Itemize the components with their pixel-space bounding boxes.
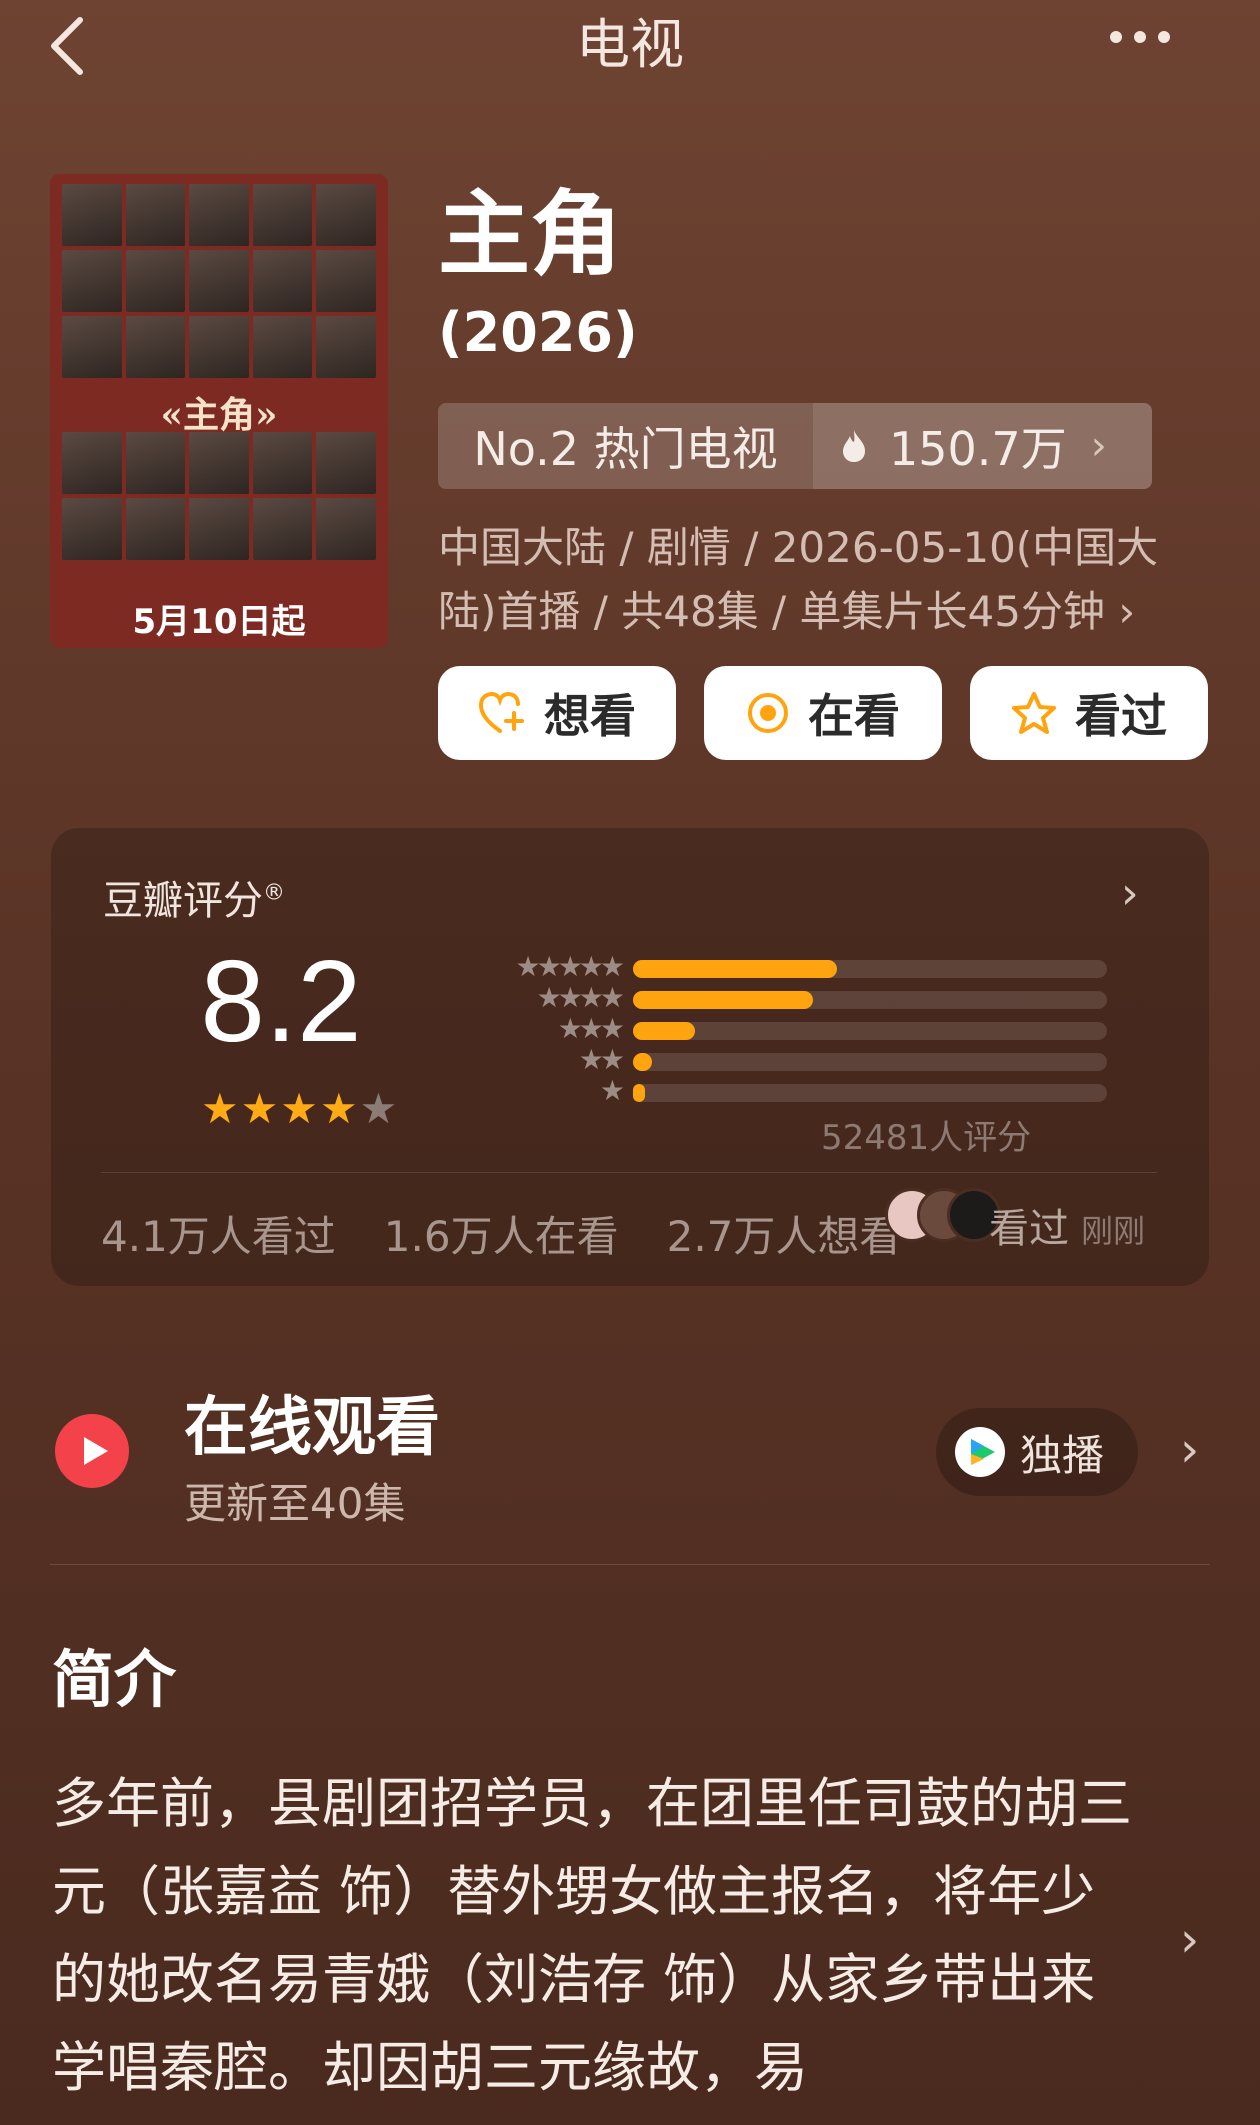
histogram-bar-2	[633, 1053, 652, 1071]
divider	[101, 1172, 1157, 1173]
poster-cast-grid	[62, 184, 376, 378]
rating-score: 8.2	[200, 936, 362, 1066]
synopsis-text[interactable]: 多年前，县剧团招学员，在团里任司鼓的胡三元（张嘉益 饰）替外甥女做主报名，将年少…	[52, 1760, 1132, 2112]
show-title: 主角	[438, 181, 623, 288]
histogram-row-1: ★	[581, 1074, 1111, 1108]
target-icon	[748, 693, 788, 733]
watching-button[interactable]: 在看	[704, 666, 942, 760]
watching-label: 在看	[808, 689, 900, 743]
star-outline-icon	[1012, 692, 1056, 734]
histogram-row-2: ★★	[579, 1043, 1111, 1077]
watch-online-title[interactable]: 在线观看	[184, 1388, 440, 1468]
rating-stars: ★★★★★	[201, 1084, 400, 1133]
poster-image[interactable]: «主角» 5月10日起	[50, 174, 388, 648]
heart-plus-icon	[478, 691, 524, 733]
watching-count: 1.6万人在看	[383, 1212, 619, 1261]
rating-title: 豆瓣评分®	[103, 878, 285, 924]
show-meta-info[interactable]: 中国大陆 / 剧情 / 2026-05-10(中国大陆)首播 / 共48集 / …	[438, 516, 1178, 644]
heat-value: 150.7万	[889, 422, 1067, 476]
chevron-right-icon[interactable]: ›	[1180, 1912, 1199, 1968]
poster-cast-grid-lower	[62, 432, 376, 560]
chevron-right-icon[interactable]: ›	[1121, 868, 1139, 919]
heat-index: 150.7万 ›	[813, 403, 1152, 489]
watched-label: 看过	[1075, 689, 1167, 743]
platform-button[interactable]: 独播	[936, 1408, 1138, 1496]
ranking-pill[interactable]: No.2 热门电视 150.7万 ›	[438, 403, 1152, 489]
histogram-bar-1	[633, 1084, 645, 1102]
platform-label: 独播	[1020, 1430, 1105, 1480]
watch-stats: 4.1万人看过 1.6万人在看 2.7万人想看	[101, 1203, 949, 1264]
histogram-bar-5	[633, 960, 837, 978]
watched-button[interactable]: 看过	[970, 666, 1208, 760]
chevron-right-icon: ›	[1090, 423, 1107, 469]
histogram-bar-3	[633, 1022, 695, 1040]
poster-date: 5月10日起	[132, 602, 306, 642]
more-icon[interactable]	[1110, 28, 1190, 58]
rank-label: No.2 热门电视	[473, 422, 778, 476]
play-icon[interactable]	[54, 1413, 130, 1489]
rating-card[interactable]: 豆瓣评分® › 8.2 ★★★★★ ★★★★★ ★★★★ ★★★ ★★ ★ 52…	[51, 828, 1209, 1286]
episode-update: 更新至40集	[184, 1479, 406, 1528]
want-label: 想看	[544, 689, 636, 743]
histogram-row-4: ★★★★	[537, 981, 1111, 1015]
page-title: 电视	[576, 13, 684, 76]
histogram-bar-4	[633, 991, 814, 1009]
rating-count: 52481人评分	[821, 1118, 1032, 1158]
fire-icon	[843, 430, 865, 462]
divider	[50, 1564, 1210, 1565]
synopsis-title: 简介	[52, 1643, 177, 1716]
want-to-watch-button[interactable]: 想看	[438, 666, 676, 760]
poster-logo: «主角»	[160, 394, 278, 436]
watched-count: 4.1万人看过	[101, 1212, 336, 1261]
histogram-row-5: ★★★★★	[515, 950, 1111, 984]
tencent-video-icon	[955, 1427, 1005, 1477]
show-year: (2026)	[438, 301, 638, 364]
histogram-row-3: ★★★	[558, 1012, 1111, 1046]
friend-activity[interactable]: 看过 刚刚	[989, 1196, 1145, 1254]
chevron-right-icon[interactable]: ›	[1180, 1422, 1199, 1478]
